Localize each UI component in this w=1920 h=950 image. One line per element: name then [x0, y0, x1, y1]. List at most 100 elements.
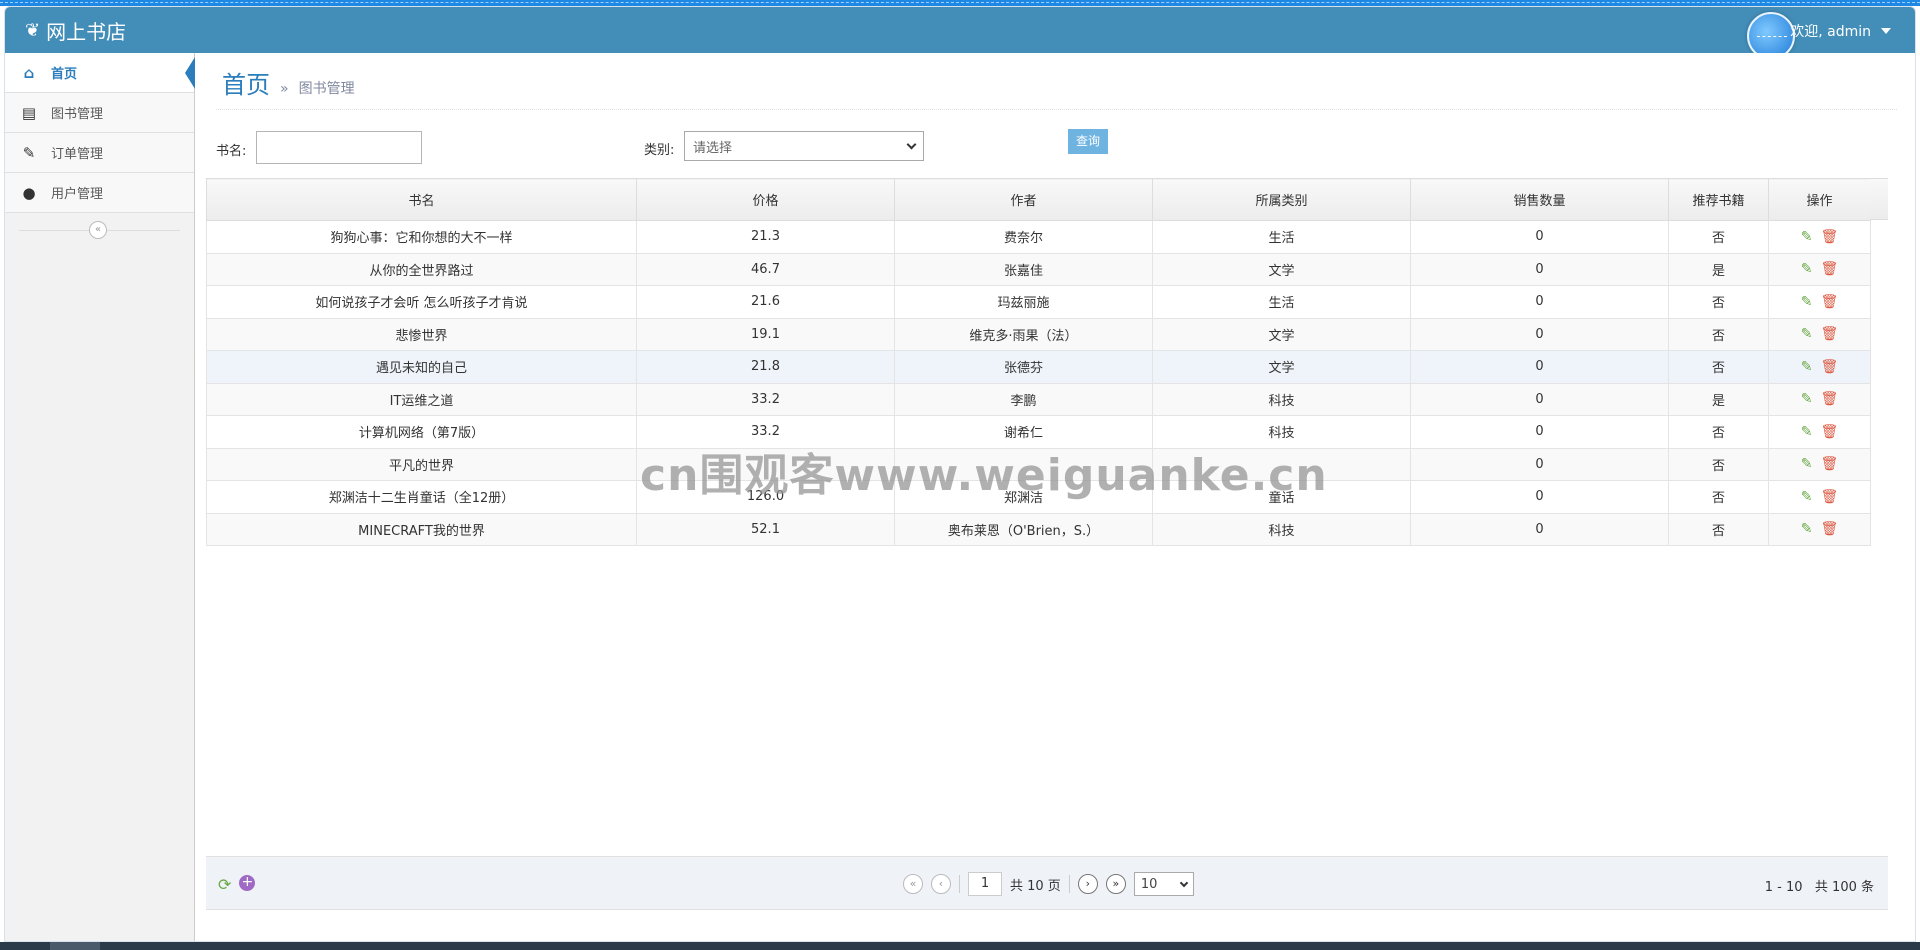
cell-author: 李鹏 — [894, 382, 1153, 416]
divider — [1068, 875, 1070, 893]
trash-icon[interactable]: 🗑 — [1820, 229, 1838, 245]
trash-icon[interactable]: 🗑 — [1820, 521, 1838, 537]
category-selected: 请选择 — [693, 140, 733, 156]
cell-category: 生活 — [1152, 285, 1411, 319]
cell-actions: ✎ 🗑 — [1768, 220, 1871, 254]
cell-actions: ✎ 🗑 — [1768, 252, 1871, 286]
sidebar-item-label: 用户管理 — [51, 187, 104, 202]
pager-tools: ⟳ + — [218, 875, 256, 894]
cell-category: 科技 — [1152, 382, 1411, 416]
cell-price: 46.7 — [636, 252, 895, 286]
table-row[interactable]: 从你的全世界路过 46.7 张嘉佳 文学 0 是 ✎ 🗑 — [206, 252, 1871, 286]
cell-sales: 0 — [1410, 350, 1669, 384]
last-page-icon[interactable]: » — [1105, 874, 1126, 894]
cell-price: 21.3 — [636, 220, 895, 254]
table-row[interactable]: 狗狗心事：它和你想的大不一样 21.3 费奈尔 生活 0 否 ✎ 🗑 — [206, 220, 1871, 254]
pencil-icon[interactable]: ✎ — [1801, 521, 1813, 537]
query-button[interactable]: 查询 — [1068, 129, 1108, 154]
sidebar-item-users[interactable]: ● 用户管理 — [5, 173, 194, 213]
table-row[interactable]: 悲惨世界 19.1 维克多·雨果（法） 文学 0 否 ✎ 🗑 — [206, 317, 1871, 351]
category-select[interactable]: 请选择 — [684, 131, 924, 161]
cell-author: 张嘉佳 — [894, 252, 1153, 286]
user-icon: ● — [22, 183, 36, 202]
pencil-icon[interactable]: ✎ — [1801, 424, 1813, 440]
breadcrumb-home[interactable]: 首页 — [222, 65, 270, 100]
cell-sales: 0 — [1410, 317, 1669, 351]
pagination-bar: ⟳ + « ‹ 1 共 10 页 › » 10 1 - 10 共 100 条 — [206, 856, 1888, 910]
trash-icon[interactable]: 🗑 — [1820, 326, 1838, 342]
trash-icon[interactable]: 🗑 — [1820, 359, 1838, 375]
cell-actions: ✎ 🗑 — [1768, 415, 1871, 449]
trash-icon[interactable]: 🗑 — [1820, 424, 1838, 440]
cell-sales: 0 — [1410, 447, 1669, 481]
cell-sales: 0 — [1410, 252, 1669, 286]
table-row[interactable]: MINECRAFT我的世界 52.1 奥布莱恩（O'Brien，S.） 科技 0 否 ✎ 🗑 — [206, 512, 1871, 546]
cell-recommended: 是 — [1668, 382, 1769, 416]
collapse-left-icon[interactable]: « — [89, 221, 107, 239]
trash-icon[interactable]: 🗑 — [1820, 489, 1838, 505]
cell-author: 维克多·雨果（法） — [894, 317, 1153, 351]
chevron-down-icon — [906, 139, 917, 149]
cell-title: 郑渊洁十二生肖童话（全12册） — [206, 480, 637, 514]
pencil-icon[interactable]: ✎ — [1801, 391, 1813, 407]
caret-down-icon — [1881, 28, 1891, 34]
cell-recommended: 否 — [1668, 317, 1769, 351]
table-row[interactable]: 遇见未知的自己 21.8 张德芬 文学 0 否 ✎ 🗑 — [206, 350, 1871, 384]
trash-icon[interactable]: 🗑 — [1820, 456, 1838, 472]
taskbar — [0, 942, 1920, 950]
sidebar: ⌂ 首页 ▤ 图书管理 ✎ 订单管理 ● 用户管理 « — [5, 53, 195, 941]
taskbar-button[interactable] — [50, 942, 100, 950]
pencil-icon[interactable]: ✎ — [1801, 261, 1813, 277]
cell-category: 文学 — [1152, 252, 1411, 286]
column-header-sales[interactable]: 销售数量 — [1410, 178, 1669, 221]
sidebar-item-home[interactable]: ⌂ 首页 — [5, 53, 195, 93]
pencil-icon[interactable]: ✎ — [1801, 359, 1813, 375]
add-icon[interactable]: + — [239, 875, 256, 891]
column-header-title[interactable]: 书名 — [206, 178, 637, 221]
divider — [959, 875, 960, 893]
cell-sales: 0 — [1410, 480, 1669, 514]
cell-price: 33.2 — [636, 382, 895, 416]
user-menu[interactable]: 欢迎, admin — [1790, 21, 1891, 41]
cell-sales: 0 — [1410, 382, 1669, 416]
prev-page-icon[interactable]: ‹ — [931, 874, 951, 894]
cell-title: 狗狗心事：它和你想的大不一样 — [206, 220, 637, 254]
page-number-input[interactable]: 1 — [968, 872, 1002, 896]
cell-category: 文学 — [1152, 350, 1411, 384]
cell-author: 费奈尔 — [894, 220, 1153, 254]
cell-actions: ✎ 🗑 — [1768, 480, 1871, 514]
table-row[interactable]: IT运维之道 33.2 李鹏 科技 0 是 ✎ 🗑 — [206, 382, 1871, 416]
column-header-recommended[interactable]: 推荐书籍 — [1668, 178, 1769, 221]
chevron-down-icon — [1179, 878, 1189, 887]
cell-sales: 0 — [1410, 220, 1669, 254]
table-row[interactable]: 如何说孩子才会听 怎么听孩子才肯说 21.6 玛兹丽施 生活 0 否 ✎ 🗑 — [206, 285, 1871, 319]
cell-category: 科技 — [1152, 512, 1411, 546]
pencil-icon[interactable]: ✎ — [1801, 229, 1813, 245]
pencil-icon[interactable]: ✎ — [1801, 294, 1813, 310]
trash-icon[interactable]: 🗑 — [1820, 261, 1838, 277]
page-size-select[interactable]: 10 — [1133, 872, 1194, 896]
cell-title: 遇见未知的自己 — [206, 350, 637, 384]
column-header-price[interactable]: 价格 — [636, 178, 895, 221]
category-label: 类别: — [644, 143, 675, 158]
column-header-category[interactable]: 所属类别 — [1152, 178, 1411, 221]
trash-icon[interactable]: 🗑 — [1820, 294, 1838, 310]
sidebar-item-orders[interactable]: ✎ 订单管理 — [5, 133, 194, 173]
pencil-icon[interactable]: ✎ — [1801, 326, 1813, 342]
breadcrumb: 首页 » 图书管理 — [222, 65, 355, 100]
cell-recommended: 否 — [1668, 415, 1769, 449]
next-page-icon[interactable]: › — [1077, 874, 1098, 894]
refresh-icon[interactable]: ⟳ — [218, 875, 231, 894]
brand[interactable]: ❦ 网上书店 — [25, 17, 126, 44]
pencil-icon[interactable]: ✎ — [1801, 456, 1813, 472]
column-header-author[interactable]: 作者 — [894, 178, 1153, 221]
cell-author: 奥布莱恩（O'Brien，S.） — [894, 512, 1153, 546]
book-name-input[interactable] — [256, 131, 422, 164]
sidebar-item-label: 图书管理 — [51, 107, 104, 122]
sidebar-item-books[interactable]: ▤ 图书管理 — [5, 93, 194, 133]
trash-icon[interactable]: 🗑 — [1820, 391, 1838, 407]
pencil-icon[interactable]: ✎ — [1801, 489, 1813, 505]
cell-actions: ✎ 🗑 — [1768, 285, 1871, 319]
cell-recommended: 否 — [1668, 480, 1769, 514]
first-page-icon[interactable]: « — [903, 874, 923, 894]
